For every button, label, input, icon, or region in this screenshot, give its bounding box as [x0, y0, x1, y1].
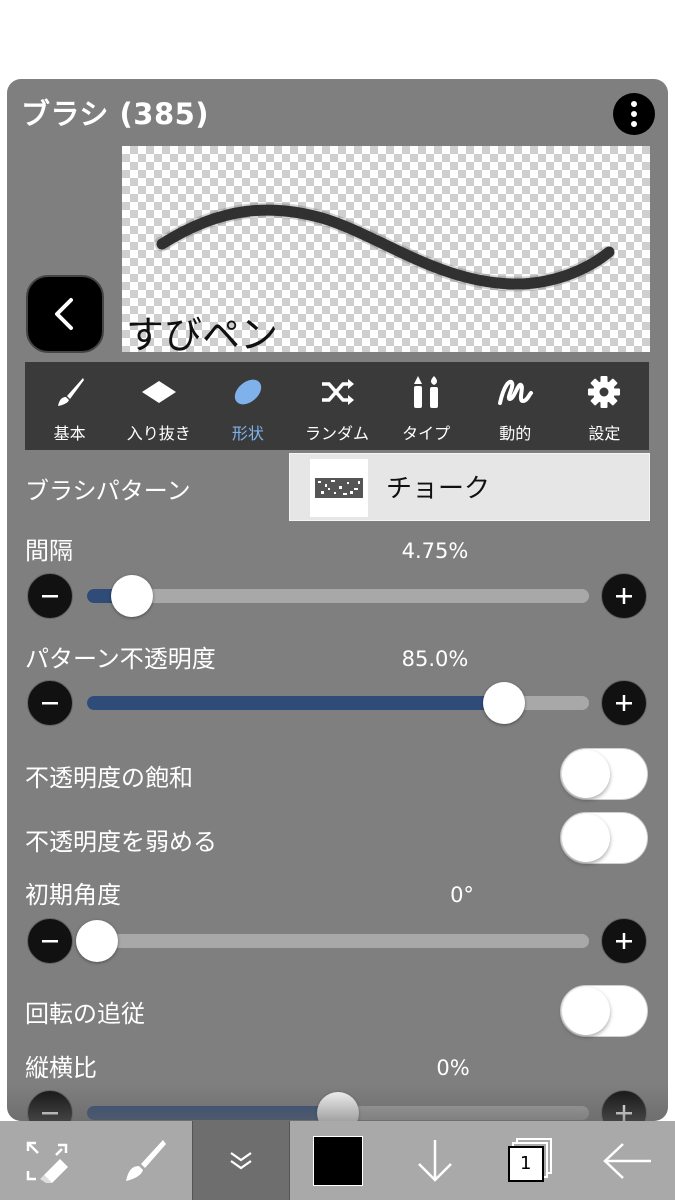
chevron-down-icon: [230, 1151, 252, 1169]
tab-label: ランダム: [304, 424, 369, 443]
tab-basic[interactable]: 基本: [25, 362, 114, 450]
pattern-name: チョーク: [386, 474, 491, 504]
toggle-knob: [562, 987, 610, 1035]
opacity-weaken-toggle[interactable]: [560, 812, 648, 864]
type-icon: [414, 376, 439, 408]
minus-icon: [42, 595, 58, 598]
brush-icon: [126, 1139, 167, 1181]
chevron-left-icon: [55, 298, 73, 330]
tab-label: 形状: [231, 424, 264, 443]
more-options-button[interactable]: [613, 93, 655, 135]
brush-icon: [57, 378, 84, 406]
opacity-saturation-toggle[interactable]: [560, 748, 648, 800]
brush-name: すびペン: [126, 313, 279, 357]
chalk-pattern-icon: [315, 478, 363, 498]
tab-taper[interactable]: 入り抜き: [114, 362, 203, 450]
dynamic-icon: [498, 379, 534, 405]
color-button[interactable]: [290, 1121, 386, 1200]
settings-tabbar: 基本 入り抜き 形状 ランダム タイプ 動的 設定: [25, 362, 649, 450]
follow-rotation-label: 回転の追従: [25, 1000, 145, 1028]
tab-label: 基本: [53, 424, 86, 443]
aspect-ratio-value: 0%: [436, 1056, 470, 1080]
pattern-opacity-label: パターン不透明度: [25, 645, 216, 673]
opacity-weaken-label: 不透明度を弱める: [25, 828, 217, 856]
tab-label: 設定: [588, 424, 621, 443]
more-vertical-icon: [631, 101, 637, 107]
brush-panel: ブラシ (385) すびペン 基本 入り抜き 形状 ランダム タイプ 動的 設定…: [7, 79, 668, 1121]
initial-angle-decrease-button[interactable]: [27, 918, 73, 964]
tab-label: 入り抜き: [126, 424, 191, 443]
toggle-knob: [562, 750, 610, 798]
ellipse-icon: [234, 379, 262, 405]
gear-icon: [588, 376, 621, 408]
plus-icon: [616, 933, 632, 949]
minus-icon: [42, 702, 58, 705]
bottom-toolbar: 1: [0, 1121, 675, 1200]
scroll-fade: [7, 1084, 668, 1121]
panel-title: ブラシ (385): [21, 97, 210, 131]
spacing-label: 間隔: [25, 537, 73, 565]
layers-icon: 1: [507, 1137, 554, 1184]
aspect-ratio-label: 縦横比: [25, 1054, 97, 1082]
slider-knob[interactable]: [111, 575, 154, 617]
initial-angle-increase-button[interactable]: [601, 918, 647, 964]
pattern-thumbnail: [310, 459, 368, 517]
brush-pattern-selector[interactable]: チョーク: [289, 453, 650, 521]
initial-angle-value: 0°: [450, 883, 474, 907]
plus-icon: [616, 695, 632, 711]
minus-icon: [42, 940, 58, 943]
pattern-opacity-slider[interactable]: [87, 682, 589, 724]
spacing-increase-button[interactable]: [601, 573, 647, 619]
brush-preview: すびペン: [122, 146, 650, 357]
transform-button[interactable]: [0, 1121, 96, 1200]
toggle-knob: [562, 814, 610, 862]
initial-angle-slider[interactable]: [76, 920, 589, 962]
spacing-slider[interactable]: [87, 575, 589, 617]
initial-angle-label: 初期角度: [25, 881, 121, 909]
tab-settings[interactable]: 設定: [560, 362, 649, 450]
pattern-opacity-decrease-button[interactable]: [27, 680, 73, 726]
tab-label: 動的: [499, 424, 532, 443]
transform-icon: [26, 1141, 69, 1183]
arrow-left-icon: [603, 1142, 651, 1179]
slider-fill: [87, 696, 504, 710]
spacing-decrease-button[interactable]: [27, 573, 73, 619]
tab-type[interactable]: タイプ: [382, 362, 471, 450]
layer-count: 1: [507, 1145, 544, 1182]
tab-random[interactable]: ランダム: [292, 362, 381, 450]
follow-rotation-toggle[interactable]: [560, 985, 648, 1037]
color-swatch: [313, 1135, 364, 1186]
layers-button[interactable]: 1: [483, 1121, 579, 1200]
back-arrow-button[interactable]: [579, 1121, 675, 1200]
opacity-saturation-label: 不透明度の飽和: [25, 764, 193, 792]
pattern-opacity-increase-button[interactable]: [601, 680, 647, 726]
tab-label: タイプ: [402, 424, 451, 443]
brush-pattern-label: ブラシパターン: [25, 477, 191, 505]
plus-icon: [616, 588, 632, 604]
tab-dynamic[interactable]: 動的: [471, 362, 560, 450]
back-button[interactable]: [26, 275, 104, 353]
shuffle-icon: [321, 379, 354, 405]
pattern-opacity-value: 85.0%: [401, 647, 469, 671]
layer-down-button[interactable]: [387, 1121, 483, 1200]
tab-shape[interactable]: 形状: [203, 362, 292, 450]
slider-knob[interactable]: [76, 920, 119, 962]
brush-tool-button[interactable]: [96, 1121, 192, 1200]
collapse-panel-button[interactable]: [192, 1121, 291, 1200]
spacing-value: 4.75%: [401, 539, 469, 563]
diamond-icon: [141, 381, 176, 403]
slider-knob[interactable]: [482, 682, 525, 724]
arrow-down-icon: [417, 1139, 452, 1182]
